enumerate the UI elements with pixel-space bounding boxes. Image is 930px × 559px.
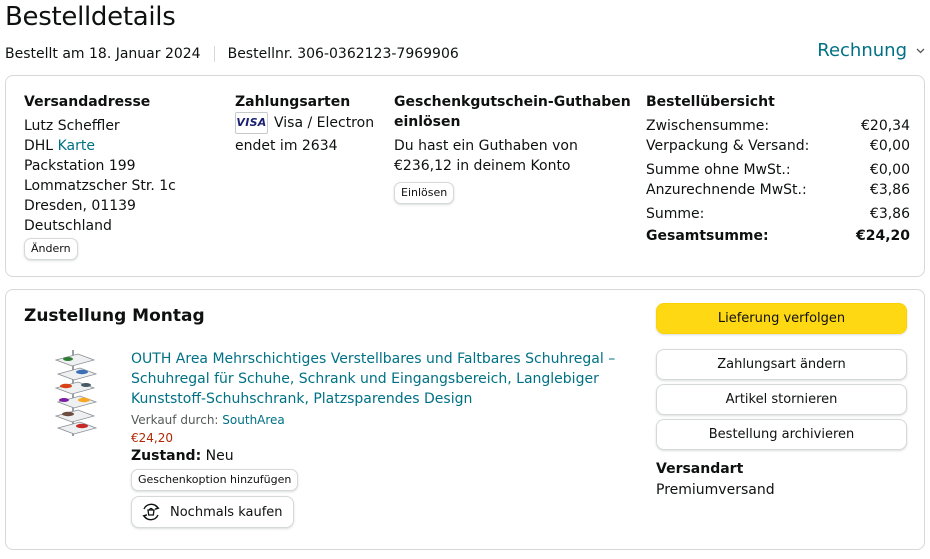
summary-value: €0,00: [869, 138, 910, 154]
address-line-3: Dresden, 01139: [24, 198, 136, 214]
change-address-button[interactable]: Ändern: [24, 238, 78, 260]
visa-logo-icon: VISA: [235, 112, 268, 134]
payment-card-row: VISA Visa / Electron: [235, 112, 385, 134]
address-line-2: Lommatzscher Str. 1c: [24, 178, 176, 194]
condition-label: Zustand:: [131, 448, 202, 464]
condition-line: Zustand: Neu: [131, 448, 636, 464]
delivery-heading: Zustellung Montag: [24, 306, 205, 326]
gift-card-heading: Geschenkgutschein-Guthaben einlösen: [394, 94, 631, 130]
shipping-address-section: Versandadresse Lutz Scheffler DHL Karte …: [24, 92, 224, 260]
meta-divider: [213, 46, 215, 62]
product-details: OUTH Area Mehrschichtiges Verstellbares …: [131, 349, 636, 528]
change-payment-button[interactable]: Zahlungsart ändern: [656, 349, 907, 380]
summary-label: Verpackung & Versand:: [646, 138, 810, 154]
cancel-item-button[interactable]: Artikel stornieren: [656, 384, 907, 415]
summary-row: Anzurechnende MwSt.: €3,86: [646, 180, 910, 200]
address-line-1: Packstation 199: [24, 158, 136, 174]
summary-label: Summe:: [646, 206, 705, 222]
product-thumbnail[interactable]: [48, 348, 104, 440]
carrier-line: DHL Karte: [24, 136, 224, 156]
address-country: Deutschland: [24, 218, 112, 234]
gift-card-section: Geschenkgutschein-Guthaben einlösen Du h…: [394, 92, 639, 204]
summary-value: €3,86: [869, 182, 910, 198]
summary-row: Verpackung & Versand: €0,00: [646, 136, 910, 156]
order-number: Bestellnr. 306-0362123-7969906: [227, 46, 459, 62]
order-info-card: Versandadresse Lutz Scheffler DHL Karte …: [5, 75, 925, 277]
summary-total-row: Gesamtsumme: €24,20: [646, 226, 910, 246]
shipment-card: Zustellung Montag OUTH Area Mehrschichti…: [5, 289, 925, 550]
order-summary-heading: Bestellübersicht: [646, 94, 775, 110]
carrier-name: DHL: [24, 138, 54, 154]
buy-again-label: Nochmals kaufen: [170, 504, 283, 520]
product-title-link[interactable]: OUTH Area Mehrschichtiges Verstellbares …: [131, 349, 636, 409]
chevron-down-icon: [916, 48, 925, 54]
redeem-button[interactable]: Einlösen: [394, 182, 455, 204]
invoice-dropdown[interactable]: Rechnung: [817, 40, 925, 61]
shipping-address-heading: Versandadresse: [24, 94, 151, 110]
add-gift-option-button[interactable]: Geschenkoption hinzufügen: [131, 469, 299, 491]
buy-again-icon: [142, 503, 160, 521]
order-meta: Bestellt am 18. Januar 2024 Bestellnr. 3…: [5, 46, 459, 62]
payment-heading: Zahlungsarten: [235, 94, 351, 110]
summary-value: €3,86: [869, 206, 910, 222]
summary-value: €0,00: [869, 162, 910, 178]
summary-row: Summe ohne MwSt.: €0,00: [646, 160, 910, 180]
summary-value: €20,34: [861, 118, 910, 134]
sold-by-label: Verkauf durch:: [131, 413, 219, 427]
total-label: Gesamtsumme:: [646, 228, 769, 244]
gift-card-balance: Du hast ein Guthaben von €236,12 in dein…: [394, 138, 578, 174]
order-summary-section: Bestellübersicht Zwischensumme: €20,34 V…: [646, 92, 910, 246]
archive-order-button[interactable]: Bestellung archivieren: [656, 419, 907, 450]
summary-label: Anzurechnende MwSt.:: [646, 182, 807, 198]
invoice-label: Rechnung: [817, 40, 907, 61]
summary-label: Summe ohne MwSt.:: [646, 162, 791, 178]
order-actions: Lieferung verfolgen Zahlungsart ändern A…: [656, 303, 907, 498]
total-value: €24,20: [855, 228, 910, 244]
map-link[interactable]: Karte: [58, 138, 95, 154]
shipping-type-value: Premiumversand: [656, 482, 775, 498]
shipping-type-heading: Versandart: [656, 461, 744, 477]
summary-row: Summe: €3,86: [646, 204, 910, 224]
card-type: Visa / Electron: [274, 115, 375, 131]
condition-value: Neu: [205, 448, 234, 464]
payment-section: Zahlungsarten VISA Visa / Electron endet…: [235, 92, 385, 156]
seller-link[interactable]: SouthArea: [222, 413, 285, 427]
buy-again-button[interactable]: Nochmals kaufen: [131, 496, 294, 528]
page-title: Bestelldetails: [5, 2, 176, 32]
summary-label: Zwischensumme:: [646, 118, 770, 134]
recipient-name: Lutz Scheffler: [24, 118, 120, 134]
order-date: Bestellt am 18. Januar 2024: [5, 46, 201, 62]
card-ending: endet im 2634: [235, 138, 338, 154]
track-delivery-button[interactable]: Lieferung verfolgen: [656, 303, 907, 334]
seller-line: Verkauf durch: SouthArea: [131, 413, 636, 427]
summary-row: Zwischensumme: €20,34: [646, 116, 910, 136]
item-price: €24,20: [131, 431, 173, 445]
